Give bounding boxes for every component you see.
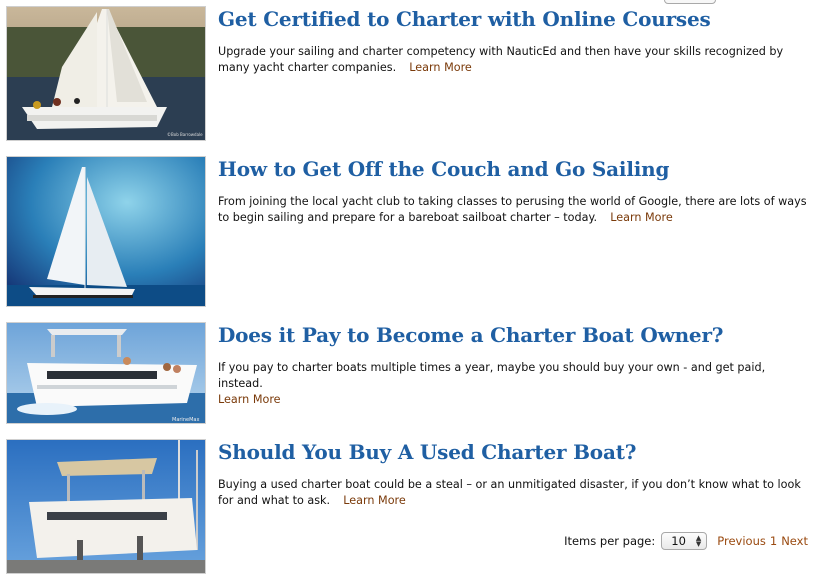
sailboat-photo: ©Bob Barrowdale (7, 7, 205, 140)
items-per-page-label: Items per page: (564, 534, 656, 548)
photo-credit: MarineMax (172, 417, 199, 423)
article-thumbnail[interactable]: ©Bob Barrowdale (6, 6, 206, 141)
current-page-number: 1 (769, 534, 778, 548)
article-title[interactable]: Should You Buy A Used Charter Boat? (218, 439, 808, 465)
article-title[interactable]: Does it Pay to Become a Charter Boat Own… (218, 322, 808, 348)
previous-page-link[interactable]: Previous (717, 534, 766, 548)
article-description: From joining the local yacht club to tak… (218, 194, 808, 226)
learn-more-link[interactable]: Learn More (218, 393, 281, 406)
article-thumbnail[interactable] (6, 439, 206, 574)
article-description-text: Upgrade your sailing and charter compete… (218, 45, 784, 74)
article-item: Should You Buy A Used Charter Boat? Buyi… (6, 439, 816, 575)
learn-more-link[interactable]: Learn More (610, 211, 673, 224)
article-description: If you pay to charter boats multiple tim… (218, 360, 808, 408)
article-content: Get Certified to Charter with Online Cou… (218, 6, 808, 76)
article-list-page: ©Bob Barrowdale Get Certified to Charter… (0, 0, 826, 580)
article-description: Buying a used charter boat could be a st… (218, 477, 808, 509)
article-description-text: From joining the local yacht club to tak… (218, 195, 807, 224)
items-per-page-value: 10 (671, 534, 686, 548)
article-content: Should You Buy A Used Charter Boat? Buyi… (218, 439, 808, 509)
pager: Items per page: 10 ▲ ▼ Previous 1 Next (564, 532, 808, 550)
article-title[interactable]: Get Certified to Charter with Online Cou… (218, 6, 808, 32)
article-thumbnail[interactable]: MarineMax (6, 322, 206, 424)
article-item: MarineMax Does it Pay to Become a Charte… (6, 322, 816, 425)
items-per-page-select-top[interactable] (664, 0, 716, 4)
article-content: How to Get Off the Couch and Go Sailing … (218, 156, 808, 226)
article-description-text: If you pay to charter boats multiple tim… (218, 361, 766, 390)
article-item: How to Get Off the Couch and Go Sailing … (6, 156, 816, 308)
article-thumbnail[interactable] (6, 156, 206, 307)
updown-arrows-icon: ▲ ▼ (695, 534, 702, 548)
catamaran-sail-photo (7, 157, 205, 306)
article-item: ©Bob Barrowdale Get Certified to Charter… (6, 6, 816, 142)
photo-credit: ©Bob Barrowdale (167, 132, 203, 137)
learn-more-link[interactable]: Learn More (343, 494, 406, 507)
items-per-page-select[interactable]: 10 ▲ ▼ (661, 532, 708, 550)
boat-on-stands-photo (7, 440, 205, 573)
power-catamaran-photo: MarineMax (7, 323, 205, 423)
article-title[interactable]: How to Get Off the Couch and Go Sailing (218, 156, 808, 182)
learn-more-link[interactable]: Learn More (409, 61, 472, 74)
article-description-text: Buying a used charter boat could be a st… (218, 478, 801, 507)
next-page-link[interactable]: Next (781, 534, 808, 548)
article-description: Upgrade your sailing and charter compete… (218, 44, 808, 76)
article-content: Does it Pay to Become a Charter Boat Own… (218, 322, 808, 408)
